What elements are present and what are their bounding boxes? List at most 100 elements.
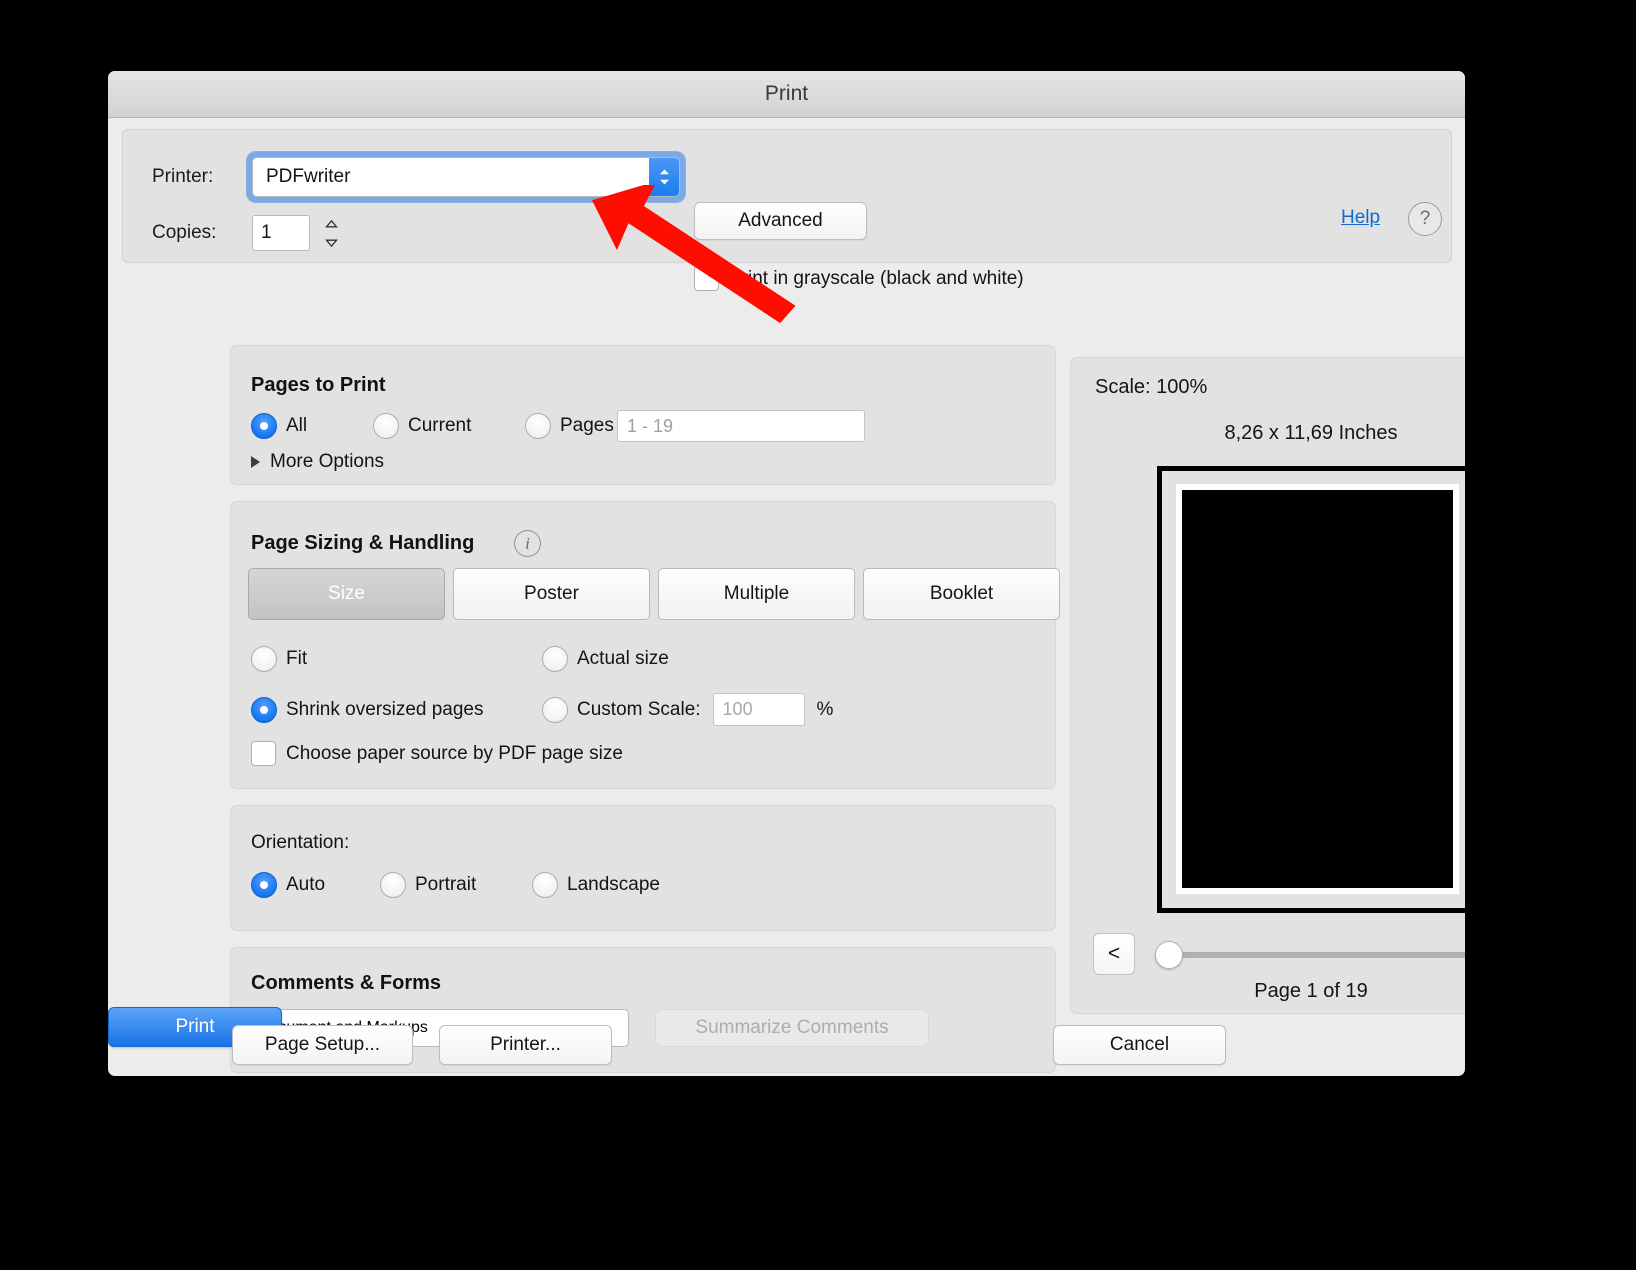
left-column: Pages to Print All Current Pages 1 - 19 (230, 345, 1060, 1076)
page-counter: Page 1 of 19 (1254, 980, 1368, 1002)
radio-orientation-portrait-dot[interactable] (380, 872, 406, 898)
radio-pages-range[interactable]: Pages (525, 413, 617, 439)
grayscale-label: Print in grayscale (black and white) (729, 267, 1024, 289)
radio-orientation-portrait[interactable]: Portrait (380, 872, 532, 898)
pages-range-input-placeholder: 1 - 19 (627, 415, 674, 436)
paper-source-checkbox[interactable] (251, 741, 276, 766)
preview-scale-text: Scale: 100% (1095, 376, 1208, 398)
dialog-bottom-bar: Page Setup... Printer... Cancel Print (108, 1007, 1465, 1076)
radio-fit-dot[interactable] (251, 646, 277, 672)
radio-orientation-auto-dot[interactable] (251, 872, 277, 898)
pages-to-print-radios: All Current Pages 1 - 19 (251, 410, 865, 442)
more-options-disclosure[interactable]: More Options (251, 451, 384, 473)
custom-scale-input-placeholder: 100 (722, 699, 753, 719)
previous-page-button[interactable]: < (1093, 933, 1135, 975)
cancel-button[interactable]: Cancel (1053, 1025, 1226, 1065)
paper-source-label: Choose paper source by PDF page size (286, 742, 623, 764)
dialog-titlebar: Print (108, 71, 1465, 118)
radio-custom-scale-dot[interactable] (542, 696, 568, 723)
advanced-button[interactable]: Advanced (694, 202, 867, 240)
copies-label: Copies: (152, 222, 217, 243)
radio-pages-current-label: Current (408, 415, 472, 436)
tab-booklet[interactable]: Booklet (863, 568, 1060, 620)
page-slider-track (1155, 952, 1465, 958)
tab-multiple-label: Multiple (723, 583, 790, 604)
dialog-title: Print (764, 82, 809, 105)
radio-actual-size[interactable]: Actual size (542, 646, 669, 672)
chevron-updown-icon[interactable] (649, 158, 679, 196)
preview-dimensions-text: 8,26 x 11,69 Inches (1224, 422, 1398, 444)
pages-to-print-title: Pages to Print (251, 374, 386, 396)
grayscale-checkbox-row[interactable]: Print in grayscale (black and white) (694, 266, 1024, 291)
radio-pages-range-dot[interactable] (525, 413, 551, 439)
pages-range-input[interactable]: 1 - 19 (617, 410, 865, 442)
print-label: Print (175, 1016, 215, 1037)
copies-input[interactable]: 1 (252, 215, 310, 251)
page-preview-thumbnail (1157, 466, 1465, 913)
help-link[interactable]: Help (1341, 207, 1380, 229)
tab-poster-label: Poster (524, 583, 579, 604)
printer-settings-button[interactable]: Printer... (439, 1025, 612, 1065)
page-preview-paper (1176, 484, 1459, 894)
radio-fit[interactable]: Fit (251, 646, 542, 672)
help-question-icon[interactable]: ? (1408, 202, 1442, 236)
radio-pages-range-label: Pages (560, 415, 614, 436)
radio-actual-size-dot[interactable] (542, 646, 568, 672)
page-preview-content (1182, 490, 1453, 888)
orientation-section: Orientation: Auto Portrait Landscape (230, 805, 1056, 931)
radio-pages-current-dot[interactable] (373, 413, 399, 439)
copies-stepper[interactable] (320, 214, 342, 252)
pages-to-print-section: Pages to Print All Current Pages 1 - 19 (230, 345, 1056, 485)
radio-orientation-landscape[interactable]: Landscape (532, 872, 660, 898)
radio-orientation-portrait-label: Portrait (415, 874, 477, 895)
tab-size-label: Size (328, 583, 365, 604)
radio-pages-all-dot[interactable] (251, 413, 277, 439)
page-sizing-section: Page Sizing & Handling i Size Poster Mul… (230, 501, 1060, 789)
printer-select-value: PDFwriter (266, 166, 351, 187)
print-dialog: Print Printer: PDFwriter Advanced Help ? (108, 71, 1465, 1076)
radio-pages-all[interactable]: All (251, 413, 373, 439)
previous-page-label: < (1107, 942, 1121, 965)
preview-panel: Scale: 100% 8,26 x 11,69 Inches < > Page… (1070, 357, 1465, 1014)
triangle-right-icon (251, 456, 260, 468)
radio-pages-current[interactable]: Current (373, 413, 525, 439)
page-slider[interactable] (1155, 933, 1465, 975)
radio-orientation-auto-label: Auto (286, 874, 326, 895)
page-sizing-title: Page Sizing & Handling (251, 532, 475, 554)
printer-select[interactable]: PDFwriter (252, 157, 680, 197)
page-setup-label: Page Setup... (264, 1034, 381, 1055)
help-question-glyph: ? (1419, 208, 1431, 229)
radio-orientation-landscape-label: Landscape (567, 874, 660, 895)
printer-settings-label: Printer... (490, 1034, 561, 1055)
tab-poster[interactable]: Poster (453, 568, 650, 620)
grayscale-checkbox[interactable] (694, 266, 719, 291)
radio-custom-scale[interactable]: Custom Scale: (542, 696, 701, 723)
radio-pages-all-label: All (286, 415, 308, 436)
printer-row: Printer: PDFwriter (152, 152, 685, 202)
copies-input-value: 1 (261, 222, 272, 243)
printer-panel: Printer: PDFwriter Advanced Help ? Copie… (122, 129, 1452, 291)
percent-symbol: % (816, 698, 834, 720)
radio-orientation-landscape-dot[interactable] (532, 872, 558, 898)
paper-source-checkbox-row[interactable]: Choose paper source by PDF page size (251, 741, 623, 766)
printer-select-wrap: PDFwriter (247, 152, 685, 202)
printer-label: Printer: (152, 166, 214, 187)
radio-shrink-oversized-dot[interactable] (251, 696, 277, 723)
orientation-title: Orientation: (251, 832, 350, 853)
tab-size[interactable]: Size (248, 568, 445, 620)
info-icon[interactable]: i (514, 530, 541, 557)
more-options-label: More Options (270, 451, 385, 472)
radio-custom-scale-label: Custom Scale: (577, 698, 701, 720)
radio-shrink-oversized-label: Shrink oversized pages (286, 698, 484, 720)
page-slider-thumb[interactable] (1155, 941, 1183, 969)
tab-booklet-label: Booklet (929, 583, 994, 604)
copies-row: Copies: 1 (152, 214, 342, 252)
radio-orientation-auto[interactable]: Auto (251, 872, 380, 898)
tab-multiple[interactable]: Multiple (658, 568, 855, 620)
info-icon-glyph: i (525, 533, 530, 553)
radio-shrink-oversized[interactable]: Shrink oversized pages (251, 696, 542, 723)
page-setup-button[interactable]: Page Setup... (232, 1025, 413, 1065)
preview-navigation: < > (1093, 933, 1465, 975)
page-sizing-tabs: Size Poster Multiple Booklet (248, 568, 1060, 620)
custom-scale-input[interactable]: 100 (712, 693, 805, 726)
